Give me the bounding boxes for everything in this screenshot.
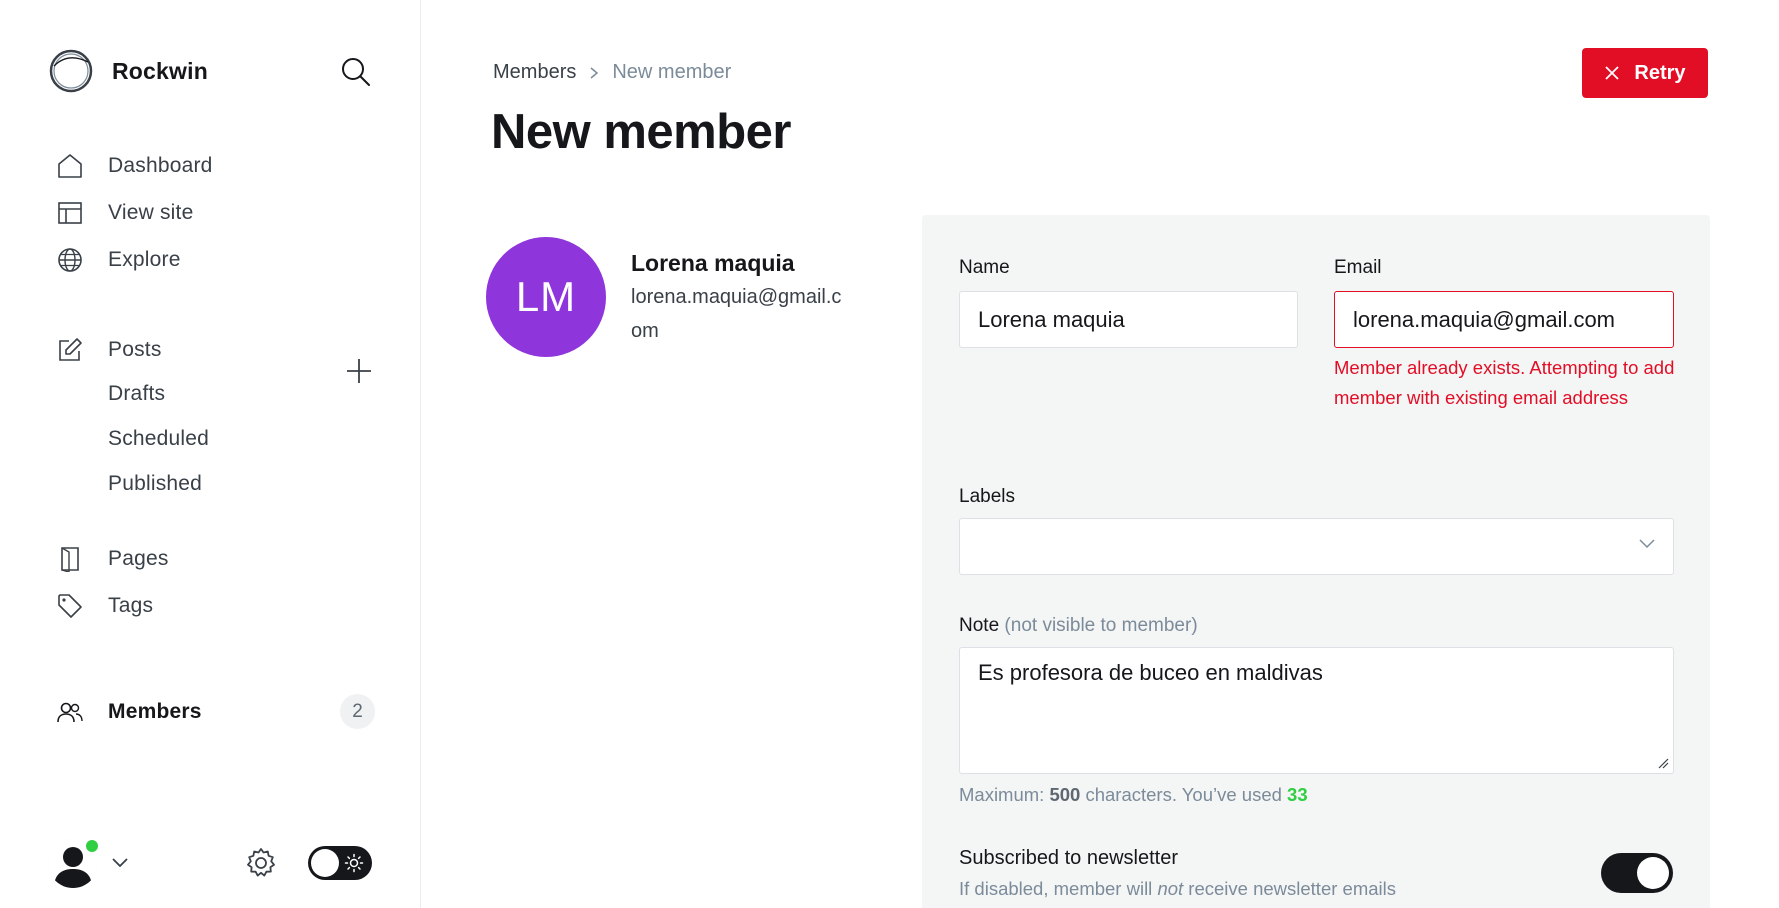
members-count-badge: 2 xyxy=(340,694,375,729)
members-icon xyxy=(56,698,84,726)
chevron-down-icon[interactable] xyxy=(110,856,130,870)
tag-icon xyxy=(56,592,84,620)
labels-label: Labels xyxy=(959,486,1015,507)
breadcrumb-members-link[interactable]: Members xyxy=(493,61,576,84)
resize-handle-icon[interactable] xyxy=(1657,757,1669,769)
newsletter-toggle[interactable] xyxy=(1601,853,1673,893)
newsletter-desc-post: receive newsletter emails xyxy=(1183,878,1396,899)
name-input[interactable]: Lorena maquia xyxy=(959,291,1298,348)
breadcrumb: Members New member xyxy=(493,61,731,84)
layout-icon xyxy=(56,199,84,227)
newsletter-title: Subscribed to newsletter xyxy=(959,847,1179,869)
sidebar-item-members[interactable]: Members xyxy=(56,695,202,729)
char-count-middle: characters. You’ve used xyxy=(1080,784,1288,805)
char-count-used: 33 xyxy=(1287,784,1308,805)
online-status-dot xyxy=(84,838,100,854)
home-icon xyxy=(56,152,84,180)
brand[interactable]: Rockwin xyxy=(48,48,208,94)
newsletter-description: If disabled, member will not receive new… xyxy=(959,878,1396,900)
labels-select[interactable] xyxy=(959,518,1674,575)
breadcrumb-current: New member xyxy=(612,61,732,83)
toggle-knob xyxy=(311,849,339,877)
sidebar-item-posts[interactable]: Posts xyxy=(56,333,162,367)
note-textarea-value: Es profesora de buceo en maldivas xyxy=(978,660,1323,685)
note-character-count: Maximum: 500 characters. You’ve used 33 xyxy=(959,784,1308,806)
sidebar-item-dashboard[interactable]: Dashboard xyxy=(56,149,213,183)
char-count-prefix: Maximum: xyxy=(959,784,1050,805)
email-label: Email xyxy=(1334,257,1382,278)
sidebar: Rockwin Dashboard View site Explore Post… xyxy=(0,0,421,908)
sidebar-item-label: View site xyxy=(108,201,194,224)
sidebar-item-explore[interactable]: Explore xyxy=(56,243,181,277)
sidebar-item-label: Members xyxy=(108,700,202,723)
sidebar-item-published[interactable]: Published xyxy=(108,472,202,496)
sidebar-item-drafts[interactable]: Drafts xyxy=(108,382,165,406)
email-error-message: Member already exists. Attempting to add… xyxy=(1334,357,1675,408)
logo-icon xyxy=(49,49,93,93)
sidebar-item-tags[interactable]: Tags xyxy=(56,589,153,623)
member-name: Lorena maquia xyxy=(631,250,795,276)
note-label-hint: (not visible to member) xyxy=(1004,615,1198,636)
globe-icon xyxy=(56,246,84,274)
newsletter-desc-em: not xyxy=(1157,878,1184,899)
sidebar-item-label: Posts xyxy=(108,338,162,361)
sidebar-item-scheduled[interactable]: Scheduled xyxy=(108,427,209,451)
sidebar-item-label: Dashboard xyxy=(108,154,213,177)
sidebar-item-label: Tags xyxy=(108,594,154,617)
member-avatar: LM xyxy=(486,237,606,357)
edit-icon xyxy=(56,336,84,364)
theme-toggle[interactable] xyxy=(308,846,372,880)
chevron-right-icon xyxy=(590,66,599,79)
email-input[interactable]: lorena.maquia@gmail.com xyxy=(1334,291,1674,348)
sun-icon xyxy=(344,853,364,873)
close-icon xyxy=(1605,66,1620,80)
chevron-down-icon xyxy=(1639,539,1655,549)
sidebar-item-view-site[interactable]: View site xyxy=(56,196,193,230)
sidebar-item-pages[interactable]: Pages xyxy=(56,542,169,576)
retry-button-label: Retry xyxy=(1634,61,1686,84)
brand-name: Rockwin xyxy=(112,57,208,84)
member-email: lorena.maquia@gmail.com xyxy=(631,286,842,342)
char-count-max: 500 xyxy=(1049,784,1081,805)
note-label: Note (not visible to member) xyxy=(959,615,1198,637)
toggle-knob xyxy=(1637,857,1669,889)
plus-icon[interactable] xyxy=(344,356,374,386)
retry-button[interactable]: Retry xyxy=(1582,48,1708,98)
note-textarea[interactable]: Es profesora de buceo en maldivas xyxy=(959,647,1674,774)
note-label-text: Note xyxy=(959,615,1000,636)
page-title: New member xyxy=(491,105,792,159)
page-icon xyxy=(56,545,84,573)
newsletter-desc-pre: If disabled, member will xyxy=(959,878,1158,899)
sidebar-item-label: Explore xyxy=(108,248,181,271)
gear-icon[interactable] xyxy=(244,846,278,880)
sidebar-item-label: Pages xyxy=(108,547,169,570)
name-label: Name xyxy=(959,257,1010,278)
search-icon[interactable] xyxy=(340,56,372,88)
